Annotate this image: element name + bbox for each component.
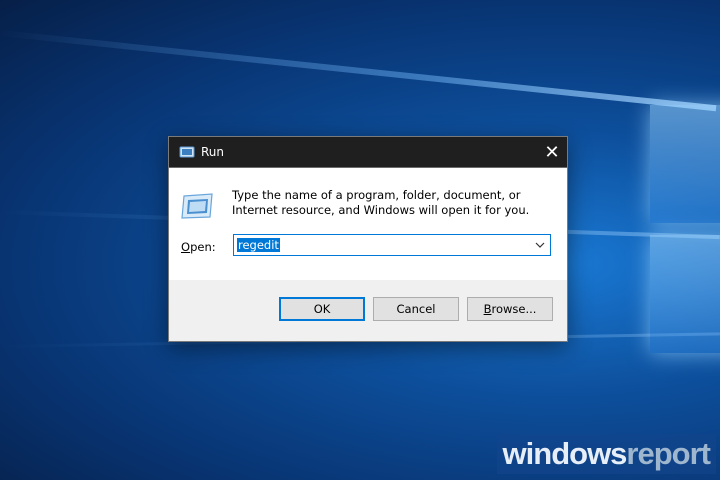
- desktop-background: Run ✕ Type the name of a program, folder…: [0, 0, 720, 480]
- run-dialog: Run ✕ Type the name of a program, folder…: [168, 136, 568, 342]
- cancel-button[interactable]: Cancel: [373, 297, 459, 321]
- browse-accelerator: B: [483, 302, 492, 316]
- dialog-body: Type the name of a program, folder, docu…: [169, 168, 567, 280]
- instruction-text: Type the name of a program, folder, docu…: [232, 188, 530, 217]
- windows-logo-glow: [650, 105, 720, 365]
- watermark-text-windows: windows: [502, 436, 628, 471]
- open-label-accelerator: O: [181, 240, 191, 254]
- watermark-text-report: report: [626, 436, 711, 471]
- open-label-text: pen:: [190, 240, 216, 254]
- light-beam: [0, 30, 717, 112]
- windowsreport-watermark: windows report: [496, 434, 716, 474]
- close-button[interactable]: ✕: [537, 137, 567, 167]
- run-icon: [179, 146, 195, 158]
- title-bar: Run ✕: [169, 137, 567, 168]
- open-input-value[interactable]: regedit: [237, 238, 280, 252]
- browse-label: rowse...: [491, 302, 537, 316]
- chevron-down-icon[interactable]: [535, 239, 545, 251]
- dialog-title: Run: [201, 145, 225, 159]
- run-icon: [181, 193, 213, 219]
- open-label: Open:: [181, 240, 216, 254]
- browse-button[interactable]: Browse...: [467, 297, 553, 321]
- open-combobox[interactable]: regedit: [233, 234, 551, 256]
- ok-button[interactable]: OK: [279, 297, 365, 321]
- close-icon: ✕: [544, 141, 560, 163]
